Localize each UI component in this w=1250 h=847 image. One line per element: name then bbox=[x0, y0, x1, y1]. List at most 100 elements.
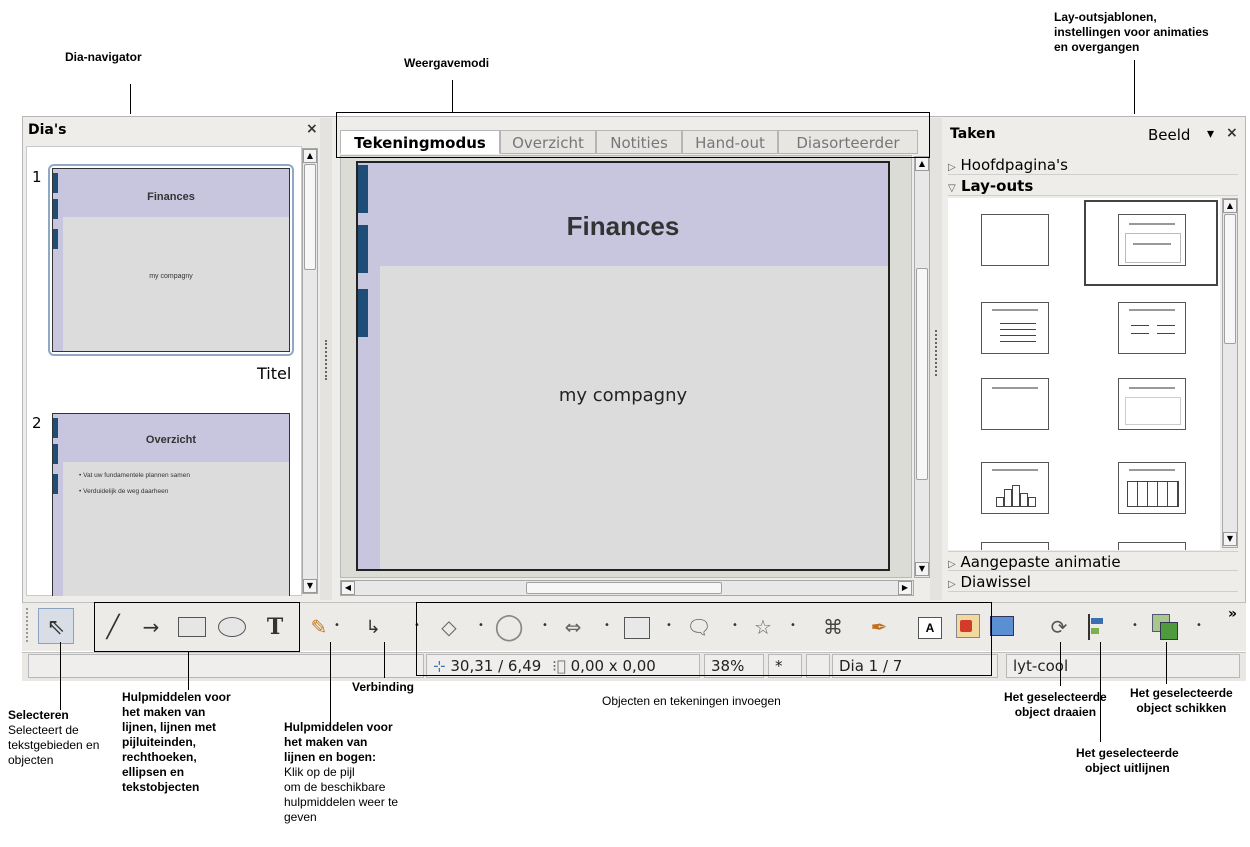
callout-line bbox=[1166, 642, 1167, 684]
status-empty bbox=[28, 654, 424, 678]
callout-line bbox=[188, 652, 189, 690]
scroll-up-icon[interactable]: ▲ bbox=[303, 149, 317, 163]
scrollbar-thumb[interactable] bbox=[1224, 214, 1236, 344]
thumb-title: Overzicht bbox=[145, 434, 197, 446]
callout-line-text: Het geselecteerde bbox=[1004, 690, 1107, 704]
callout-line-text: Klik op de pijl bbox=[284, 765, 355, 779]
scroll-up-icon[interactable]: ▲ bbox=[1223, 199, 1237, 213]
section-master-pages[interactable]: ▷ Hoofdpagina's bbox=[948, 155, 1238, 175]
close-icon[interactable]: × bbox=[306, 121, 318, 137]
callout-line-text: pijluiteinden, bbox=[122, 735, 196, 749]
arrange-icon[interactable] bbox=[1152, 614, 1178, 640]
toolbar-overflow-icon[interactable]: » bbox=[1228, 606, 1237, 622]
layout-title-content[interactable] bbox=[1118, 214, 1186, 266]
toolbar-grip[interactable] bbox=[26, 608, 32, 642]
layout-title-table[interactable] bbox=[1118, 462, 1186, 514]
callout-arrange: Het geselecteerde object schikken bbox=[1130, 686, 1233, 716]
callout-line-text: ellipsen en bbox=[122, 765, 185, 779]
callout-line-text: instellingen voor animaties bbox=[1054, 25, 1209, 39]
layout-centered-text[interactable] bbox=[1118, 378, 1186, 430]
tasks-panel-title: Taken bbox=[950, 126, 996, 142]
layout-title-text[interactable] bbox=[981, 302, 1049, 354]
scrollbar-thumb[interactable] bbox=[916, 268, 928, 480]
frame-insert-objects bbox=[416, 602, 992, 676]
callout-line-text: Lay-outsjablonen, bbox=[1054, 10, 1157, 24]
slide-title[interactable]: Finances bbox=[358, 211, 888, 242]
thumb-body: my compagny bbox=[149, 273, 193, 280]
callout-line-text: Hulpmiddelen voor bbox=[284, 720, 393, 734]
frame-view-modes bbox=[336, 112, 930, 158]
slides-panel-title: Dia's bbox=[28, 122, 67, 138]
scroll-left-icon[interactable]: ◀ bbox=[341, 581, 355, 595]
callout-line-text: Selecteert de bbox=[8, 723, 79, 737]
splitter-grip[interactable] bbox=[935, 330, 939, 376]
align-icon[interactable] bbox=[1088, 614, 1104, 640]
callout-align: Het geselecteerde object uitlijnen bbox=[1076, 746, 1179, 776]
callout-line-text: tekstgebieden en bbox=[8, 738, 100, 752]
connector-icon[interactable]: ↳ bbox=[360, 614, 386, 640]
slide-body[interactable]: my compagny bbox=[358, 385, 888, 406]
callout-line bbox=[1134, 60, 1135, 114]
slide-number: 2 bbox=[32, 414, 42, 432]
splitter-grip[interactable] bbox=[325, 340, 329, 380]
layout-title-chart[interactable] bbox=[981, 462, 1049, 514]
callout-line-text: het maken van bbox=[284, 735, 368, 749]
chevron-down-icon[interactable]: ▾ bbox=[1207, 126, 1214, 142]
scrollbar-thumb[interactable] bbox=[526, 582, 722, 594]
layouts-grid bbox=[948, 198, 1220, 550]
callout-line-text: rechthoeken, bbox=[122, 750, 197, 764]
callout-line bbox=[60, 642, 61, 710]
chevron-down-icon[interactable]: • bbox=[1132, 620, 1138, 631]
layout-title-only[interactable] bbox=[981, 378, 1049, 430]
callout-line-text: het maken van bbox=[122, 705, 206, 719]
rotate-icon[interactable]: ⟳ bbox=[1046, 614, 1072, 640]
callout-line-tools: Hulpmiddelen voor het maken van lijnen, … bbox=[122, 690, 231, 795]
thumb-bullet: Vat uw fundamentele plannen samen bbox=[83, 472, 190, 479]
callout-line-text: object draaien bbox=[1014, 705, 1097, 719]
callout-line bbox=[130, 84, 131, 114]
slide-thumbnail-1[interactable]: Finances my compagny bbox=[52, 168, 290, 352]
layout-partial[interactable] bbox=[981, 542, 1049, 550]
section-layouts[interactable]: ▽ Lay-outs bbox=[948, 176, 1238, 196]
section-label: Aangepaste animatie bbox=[960, 553, 1121, 571]
callout-line-text: geven bbox=[284, 810, 317, 824]
callout-line-text: hulpmiddelen weer te bbox=[284, 795, 399, 809]
slide-show-icon[interactable] bbox=[990, 616, 1014, 636]
callout-line-text: object schikken bbox=[1136, 701, 1227, 715]
slide-number: 1 bbox=[32, 168, 42, 186]
expand-icon: ▷ bbox=[948, 579, 956, 590]
layout-blank[interactable] bbox=[981, 214, 1049, 266]
callout-line bbox=[330, 642, 331, 722]
select-icon[interactable]: ⇖ bbox=[43, 614, 69, 640]
collapse-icon: ▽ bbox=[948, 183, 956, 194]
chevron-down-icon[interactable]: • bbox=[1196, 620, 1202, 631]
section-slide-transition[interactable]: ▷ Diawissel bbox=[948, 572, 1238, 592]
scroll-down-icon[interactable]: ▼ bbox=[915, 562, 929, 576]
callout-line-text: Het geselecteerde bbox=[1076, 746, 1179, 760]
scroll-down-icon[interactable]: ▼ bbox=[303, 579, 317, 593]
scroll-up-icon[interactable]: ▲ bbox=[915, 157, 929, 171]
layout-two-columns[interactable] bbox=[1118, 302, 1186, 354]
thumb-bullets: • Vat uw fundamentele plannen samen • Ve… bbox=[79, 472, 190, 495]
callout-rotate: Het geselecteerde object draaien bbox=[1004, 690, 1107, 720]
section-custom-animation[interactable]: ▷ Aangepaste animatie bbox=[948, 551, 1238, 571]
slide-thumbnail-2[interactable]: Overzicht • Vat uw fundamentele plannen … bbox=[52, 413, 290, 596]
callout-line-text: en overgangen bbox=[1054, 40, 1140, 54]
scroll-right-icon[interactable]: ▶ bbox=[898, 581, 912, 595]
scroll-down-icon[interactable]: ▼ bbox=[1223, 532, 1237, 546]
callout-layouts: Lay-outsjablonen, instellingen voor anim… bbox=[1054, 10, 1209, 55]
chevron-down-icon[interactable]: • bbox=[334, 620, 340, 631]
callout-verbinding: Verbinding bbox=[352, 680, 415, 694]
callout-line bbox=[384, 642, 385, 678]
curve-icon[interactable]: ✎ bbox=[306, 614, 332, 640]
section-label: Diawissel bbox=[960, 573, 1031, 591]
close-icon[interactable]: × bbox=[1226, 125, 1238, 141]
callout-dia-navigator: Dia-navigator bbox=[65, 50, 142, 64]
scrollbar-thumb[interactable] bbox=[304, 164, 316, 270]
layout-partial[interactable] bbox=[1118, 542, 1186, 550]
view-menu[interactable]: Beeld bbox=[1148, 126, 1190, 144]
main-slide[interactable]: Finances my compagny bbox=[356, 161, 890, 571]
frame-line-tools bbox=[94, 602, 300, 652]
slide-layout-label: Titel bbox=[257, 364, 292, 383]
section-label: Lay-outs bbox=[960, 177, 1034, 195]
